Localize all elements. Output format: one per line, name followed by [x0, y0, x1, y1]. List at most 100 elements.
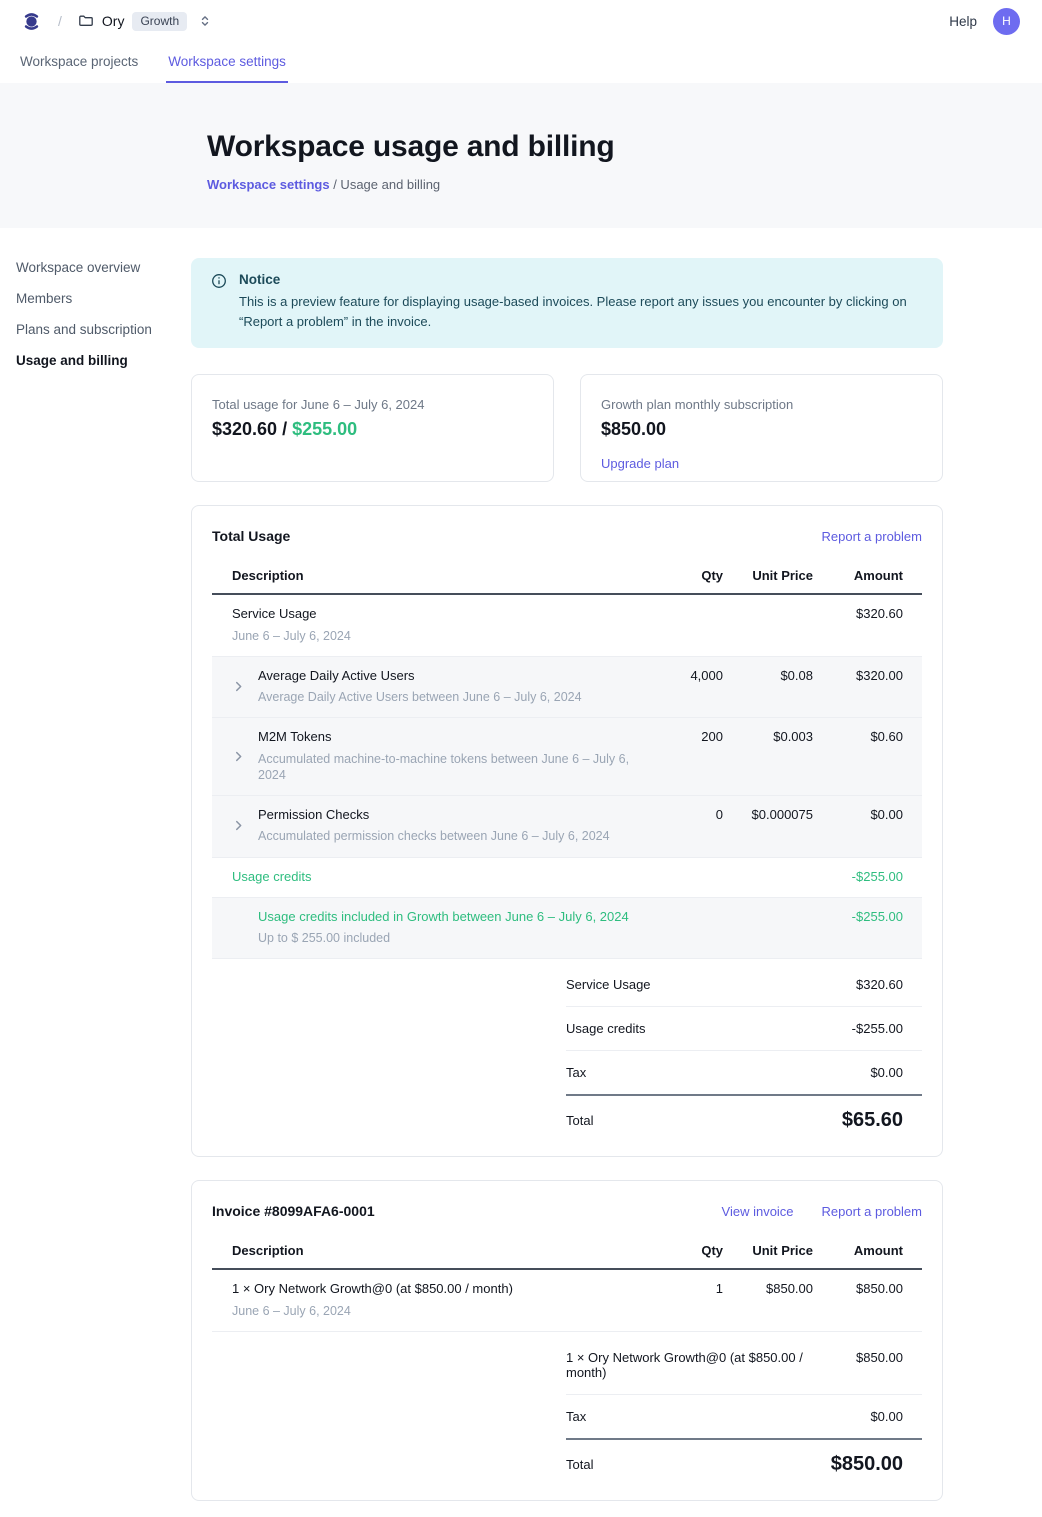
row-unit-price	[723, 606, 813, 644]
row-subtitle: Average Daily Active Users between June …	[258, 689, 582, 705]
top-bar: / Ory Growth Help H	[0, 0, 1042, 42]
settings-sidebar: Workspace overview Members Plans and sub…	[0, 228, 191, 1517]
summary-label: Service Usage	[566, 977, 651, 992]
row-amount: $850.00	[813, 1281, 903, 1319]
breadcrumb-settings-link[interactable]: Workspace settings	[207, 177, 330, 192]
row-subtitle: June 6 – July 6, 2024	[232, 628, 351, 644]
row-unit-price: $0.003	[723, 729, 813, 783]
summary-label: 1 × Ory Network Growth@0 (at $850.00 / m…	[566, 1350, 844, 1380]
row-subtitle: Accumulated machine-to-machine tokens be…	[258, 751, 643, 784]
usage-table-header: Description Qty Unit Price Amount	[212, 562, 922, 595]
help-link[interactable]: Help	[949, 14, 977, 29]
usage-separator: /	[277, 419, 292, 439]
summary-label: Tax	[566, 1409, 586, 1424]
usage-panel-title: Total Usage	[212, 528, 290, 544]
row-amount: $0.60	[813, 729, 903, 783]
column-unit-price: Unit Price	[723, 568, 813, 583]
invoice-report-problem-link[interactable]: Report a problem	[822, 1204, 922, 1219]
row-subtitle: Accumulated permission checks between Ju…	[258, 828, 610, 844]
row-title: 1 × Ory Network Growth@0 (at $850.00 / m…	[232, 1281, 513, 1297]
invoice-summary: 1 × Ory Network Growth@0 (at $850.00 / m…	[566, 1336, 922, 1480]
table-row-usage-credits-detail: Usage credits included in Growth between…	[212, 898, 922, 960]
workspace-tabs: Workspace projects Workspace settings	[0, 42, 1042, 83]
workspace-name: Ory	[102, 13, 125, 29]
row-qty: 1	[643, 1281, 723, 1319]
total-value: $850.00	[831, 1453, 903, 1476]
sidebar-item-members[interactable]: Members	[16, 291, 191, 306]
column-unit-price: Unit Price	[723, 1243, 813, 1258]
invoice-line-item-row: 1 × Ory Network Growth@0 (at $850.00 / m…	[212, 1270, 922, 1332]
ory-logo-icon[interactable]	[20, 9, 44, 33]
usage-credit-amount: $255.00	[292, 419, 357, 439]
summary-row-tax: Tax $0.00	[566, 1395, 922, 1440]
row-amount: -$255.00	[813, 869, 903, 885]
row-title: Average Daily Active Users	[258, 668, 582, 684]
table-row-usage-credits: Usage credits -$255.00	[212, 858, 922, 898]
row-title: Usage credits included in Growth between…	[258, 909, 629, 925]
notice-banner: Notice This is a preview feature for dis…	[191, 258, 943, 348]
row-qty: 200	[643, 729, 723, 783]
breadcrumb-separator: /	[58, 13, 62, 29]
row-title: Service Usage	[232, 606, 351, 622]
row-title: Permission Checks	[258, 807, 610, 823]
row-amount: $0.00	[813, 807, 903, 845]
summary-label: Tax	[566, 1065, 586, 1080]
row-qty: 0	[643, 807, 723, 845]
workspace-plan-badge: Growth	[132, 12, 187, 31]
summary-value: -$255.00	[852, 1021, 903, 1036]
summary-row-tax: Tax $0.00	[566, 1051, 922, 1096]
workspace-picker[interactable]: Ory Growth	[78, 12, 211, 31]
total-usage-card: Total usage for June 6 – July 6, 2024 $3…	[191, 374, 554, 482]
subscription-card: Growth plan monthly subscription $850.00…	[580, 374, 943, 482]
page-header: Workspace usage and billing Workspace se…	[0, 83, 1042, 228]
sidebar-item-usage-billing[interactable]: Usage and billing	[16, 353, 191, 368]
upgrade-plan-link[interactable]: Upgrade plan	[601, 456, 679, 471]
column-description: Description	[212, 568, 643, 583]
usage-total-row: Total $65.60	[566, 1096, 922, 1136]
column-amount: Amount	[813, 568, 903, 583]
usage-report-problem-link[interactable]: Report a problem	[822, 529, 922, 544]
notice-title: Notice	[239, 272, 923, 287]
row-amount: $320.00	[813, 668, 903, 706]
sidebar-item-workspace-overview[interactable]: Workspace overview	[16, 260, 191, 275]
summary-value: $0.00	[870, 1065, 903, 1080]
usage-summary: Service Usage $320.60 Usage credits -$25…	[566, 963, 922, 1136]
tab-workspace-settings[interactable]: Workspace settings	[166, 42, 288, 83]
indent-spacer	[232, 909, 258, 947]
total-label: Total	[566, 1113, 593, 1128]
chevron-right-icon[interactable]	[232, 668, 258, 706]
summary-value: $320.60	[856, 977, 903, 992]
user-avatar[interactable]: H	[993, 8, 1020, 35]
view-invoice-link[interactable]: View invoice	[722, 1204, 794, 1219]
summary-label: Usage credits	[566, 1021, 645, 1036]
tab-workspace-projects[interactable]: Workspace projects	[18, 42, 140, 83]
row-amount: $320.60	[813, 606, 903, 644]
row-qty: 4,000	[643, 668, 723, 706]
workspace-selector-icon	[199, 15, 211, 27]
column-qty: Qty	[643, 1243, 723, 1258]
summary-row-service-usage: Service Usage $320.60	[566, 963, 922, 1007]
row-subtitle: June 6 – July 6, 2024	[232, 1303, 513, 1319]
page-title: Workspace usage and billing	[207, 130, 1042, 164]
row-subtitle: Up to $ 255.00 included	[258, 930, 629, 946]
summary-value: $0.00	[870, 1409, 903, 1424]
row-title: M2M Tokens	[258, 729, 643, 745]
table-row-permission-checks[interactable]: Permission Checks Accumulated permission…	[212, 796, 922, 858]
invoice-title: Invoice #8099AFA6-0001	[212, 1203, 375, 1219]
sidebar-item-plans-subscription[interactable]: Plans and subscription	[16, 322, 191, 337]
total-usage-panel: Total Usage Report a problem Description…	[191, 505, 943, 1157]
summary-value: $850.00	[856, 1350, 903, 1380]
summary-row-line-item: 1 × Ory Network Growth@0 (at $850.00 / m…	[566, 1336, 922, 1395]
usage-amount: $320.60	[212, 419, 277, 439]
subscription-label: Growth plan monthly subscription	[601, 397, 922, 412]
row-amount: -$255.00	[813, 909, 903, 947]
breadcrumb: Workspace settings / Usage and billing	[207, 177, 1042, 192]
chevron-right-icon[interactable]	[232, 729, 258, 783]
total-usage-value: $320.60 / $255.00	[212, 419, 533, 440]
chevron-right-icon[interactable]	[232, 807, 258, 845]
total-value: $65.60	[842, 1109, 903, 1132]
table-row-active-users[interactable]: Average Daily Active Users Average Daily…	[212, 657, 922, 719]
table-row-m2m-tokens[interactable]: M2M Tokens Accumulated machine-to-machin…	[212, 718, 922, 796]
total-label: Total	[566, 1457, 593, 1472]
row-unit-price: $0.08	[723, 668, 813, 706]
